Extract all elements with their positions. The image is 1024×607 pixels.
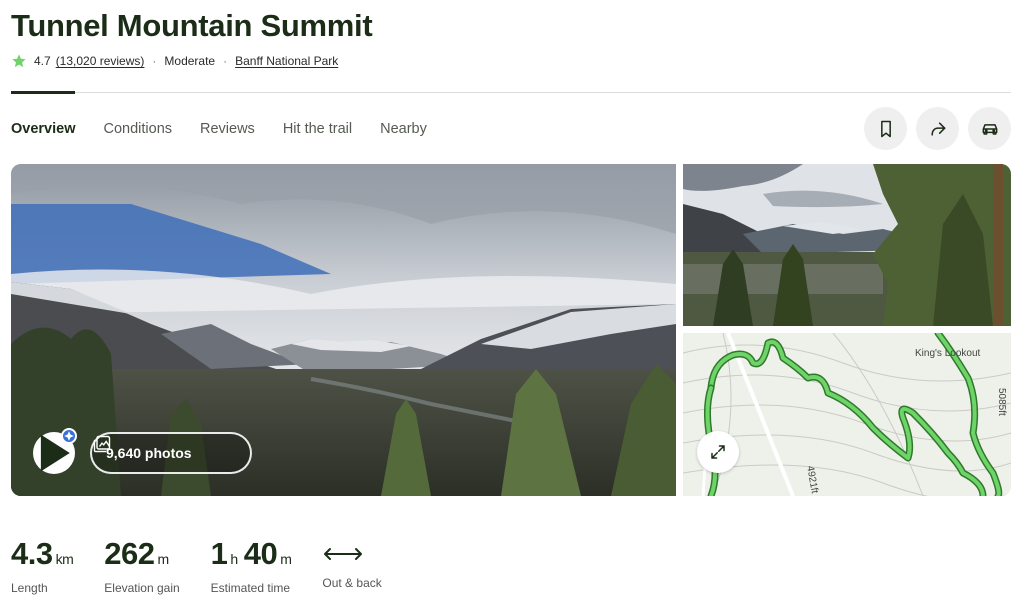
time-minutes-unit: m: [280, 551, 292, 567]
stat-time: 1 h 40 m Estimated time: [211, 536, 292, 595]
park-link[interactable]: Banff National Park: [235, 54, 338, 68]
out-and-back-icon: [324, 548, 363, 560]
active-tab-indicator: [11, 91, 75, 94]
time-hours-value: 1: [210, 536, 228, 571]
save-button[interactable]: [864, 107, 907, 150]
elevation-label: Elevation gain: [104, 581, 180, 595]
tab-bar: Overview Conditions Reviews Hit the trai…: [11, 121, 455, 137]
share-icon: [930, 121, 945, 136]
gallery-icon: [93, 435, 111, 453]
photos-count-label: 9,640 photos: [106, 445, 192, 461]
time-minutes-value: 40: [243, 536, 278, 571]
tab-overview[interactable]: Overview: [11, 121, 76, 137]
expand-icon: [711, 445, 725, 459]
length-unit: km: [55, 551, 74, 567]
trail-stats: 4.3 km Length 262 m Elevation gain 1 h 40 m E…: [11, 536, 413, 595]
action-buttons: [864, 107, 1011, 150]
trail-meta: 4.7 (13,020 reviews) · Moderate · Banff …: [11, 53, 338, 69]
bookmark-icon: [880, 120, 891, 137]
directions-button[interactable]: [968, 107, 1011, 150]
trail-title: Tunnel Mountain Summit: [11, 8, 373, 43]
star-icon: [12, 54, 26, 68]
route-type-label: Out & back: [322, 576, 382, 590]
rating-value: 4.7: [34, 54, 51, 68]
separator-dot: ·: [152, 54, 157, 68]
length-value: 4.3: [11, 536, 53, 571]
tab-conditions[interactable]: Conditions: [104, 121, 173, 137]
reviews-link[interactable]: (13,020 reviews): [56, 54, 145, 68]
separator-dot: ·: [223, 54, 228, 68]
car-icon: [982, 123, 997, 135]
elevation-value: 262: [104, 536, 155, 571]
tab-nearby[interactable]: Nearby: [380, 121, 427, 137]
length-label: Length: [11, 581, 48, 595]
tab-hit-the-trail[interactable]: Hit the trail: [283, 121, 352, 137]
time-hours-unit: h: [230, 551, 238, 567]
gallery-thumbnail[interactable]: [683, 164, 1011, 326]
difficulty-label: Moderate: [164, 54, 216, 68]
stat-route-type: Out & back: [322, 536, 382, 595]
map-label-kings-lookout: King's Lookout: [915, 348, 981, 359]
expand-map-button[interactable]: [697, 431, 739, 473]
time-label: Estimated time: [210, 581, 291, 595]
town-view-photo: [683, 164, 1011, 326]
premium-badge-icon: [61, 428, 77, 444]
hero-photo[interactable]: 9,640 photos: [11, 164, 676, 496]
elevation-unit: m: [157, 551, 170, 567]
tab-reviews[interactable]: Reviews: [200, 121, 255, 137]
stat-length: 4.3 km Length: [11, 536, 74, 595]
share-button[interactable]: [916, 107, 959, 150]
stat-elevation: 262 m Elevation gain: [104, 536, 179, 595]
tabs-divider: [11, 92, 1011, 93]
trail-map-preview[interactable]: King's Lookout 4921ft 5085ft: [683, 333, 1011, 496]
map-contour-label: 5085ft: [996, 388, 1007, 416]
view-photos-button[interactable]: 9,640 photos: [90, 432, 252, 474]
